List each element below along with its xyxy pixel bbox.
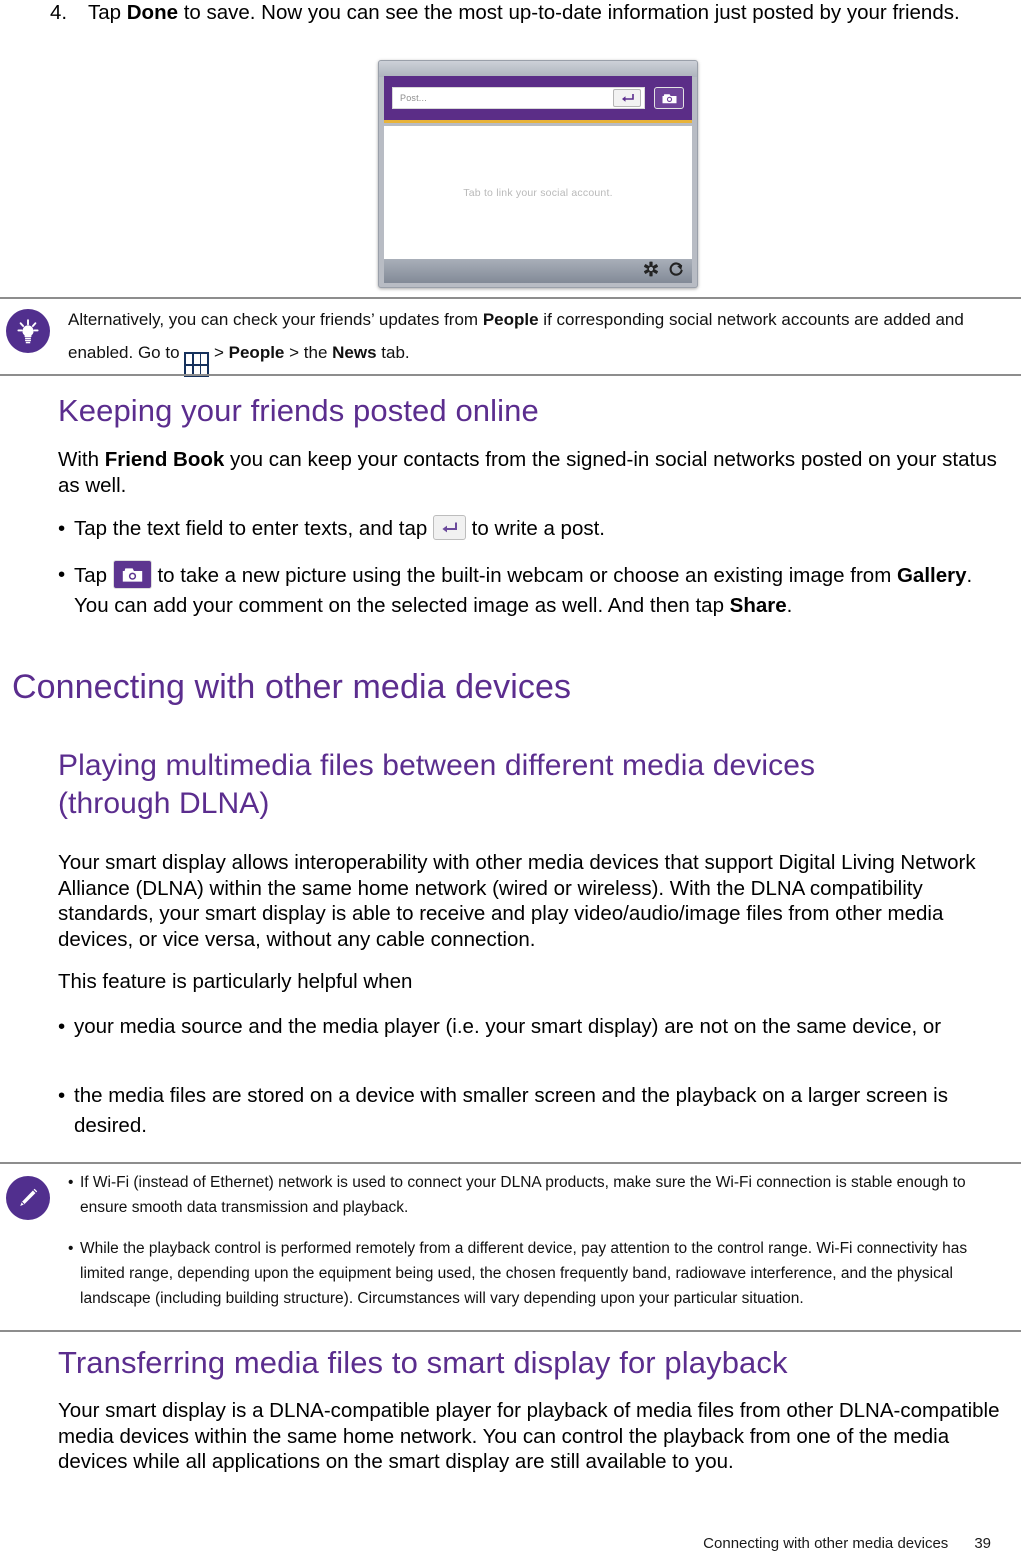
pencil-icon	[6, 1176, 50, 1220]
numbered-step: 4. Tap Done to save. Now you can see the…	[50, 0, 1010, 25]
bullet-dot: •	[58, 1084, 66, 1107]
camera-icon[interactable]	[654, 87, 684, 109]
note-bullet-wifi: • If Wi-Fi (instead of Ethernet) network…	[68, 1170, 1007, 1220]
tip-people-bold-2: People	[228, 343, 285, 362]
dlna-paragraph-1: Your smart display allows interoperabili…	[58, 851, 976, 951]
device-content-area: Tab to link your social account.	[384, 126, 692, 259]
bullet0-b: to write a post.	[465, 517, 605, 540]
note-bullet-text: If Wi-Fi (instead of Ethernet) network i…	[80, 1174, 966, 1216]
lightbulb-icon	[6, 309, 50, 353]
device-frame: Post... Tab to link your social account.	[378, 60, 698, 288]
page-footer: Connecting with other media devices 39	[0, 1535, 1021, 1552]
link-social-account-hint[interactable]: Tab to link your social account.	[463, 187, 612, 199]
post-bar: Post...	[384, 76, 692, 123]
bullet-media-files-stored: • the media files are stored on a device…	[58, 1081, 1016, 1141]
friend-book-screenshot-figure: Post... Tab to link your social account.	[378, 60, 698, 288]
tip-line2-d: > the	[284, 343, 333, 362]
tip-line2-f: tab.	[376, 343, 410, 362]
dlna-paragraph-2: This feature is particularly helpful whe…	[58, 970, 413, 993]
device-bottom-bar	[384, 259, 692, 283]
tip-icon-wrap	[0, 303, 68, 377]
transferring-paragraph: Your smart display is a DLNA-compatible …	[58, 1399, 1000, 1473]
tip-text: Alternatively, you can check your friend…	[68, 303, 1021, 378]
tip-callout: Alternatively, you can check your friend…	[0, 303, 1021, 378]
tip-rule-bottom	[0, 374, 1021, 376]
gear-icon[interactable]	[643, 261, 659, 282]
bullet1-a: Tap	[74, 564, 113, 587]
note-rule-bottom	[0, 1330, 1021, 1332]
tip-rule-top	[0, 297, 1021, 299]
footer-page-number: 39	[974, 1535, 991, 1552]
subheading-line-2: (through DLNA)	[58, 787, 270, 820]
footer-chapter: Connecting with other media devices	[703, 1535, 949, 1552]
note-text: • If Wi-Fi (instead of Ethernet) network…	[68, 1170, 1021, 1311]
subheading-line-1: Playing multimedia files between differe…	[58, 749, 816, 782]
gallery-bold: Gallery	[896, 564, 967, 587]
heading-playing-multimedia-dlna: Playing multimedia files between differe…	[58, 747, 958, 823]
keeping-intro-a: With	[58, 448, 105, 471]
heading-transferring-media-files: Transferring media files to smart displa…	[58, 1345, 788, 1380]
step-bold-done: Done	[126, 1, 178, 24]
bullet-dot: •	[68, 1240, 74, 1257]
note-icon-wrap	[0, 1170, 68, 1311]
enter-key-icon	[432, 515, 466, 540]
bullet-text: the media files are stored on a device w…	[74, 1084, 948, 1137]
bullet1-b: to take a new picture using the built-in…	[151, 564, 897, 587]
refresh-icon[interactable]	[668, 261, 684, 282]
bullet0-a: Tap the text field to enter texts, and t…	[74, 517, 433, 540]
bullet-text: Tap the text field to enter texts, and t…	[74, 514, 1010, 544]
camera-icon	[112, 560, 152, 589]
bullet-text: your media source and the media player (…	[74, 1015, 942, 1038]
heading-keeping-friends-posted: Keeping your friends posted online	[58, 393, 539, 428]
post-input[interactable]: Post...	[392, 87, 645, 109]
device-top-strip	[379, 61, 697, 77]
tip-line2-b: >	[209, 343, 229, 362]
bullet-tap-camera: • Tap to take a new picture using the bu…	[58, 560, 1010, 621]
friend-book-bold: Friend Book	[104, 448, 225, 471]
step-text: Tap Done to save. Now you can see the mo…	[88, 0, 1010, 25]
tip-news-bold: News	[332, 343, 377, 362]
bullet1-d: .	[786, 594, 793, 617]
manual-page: 4. Tap Done to save. Now you can see the…	[0, 0, 1021, 1564]
keeping-intro-paragraph: With Friend Book you can keep your conta…	[58, 447, 1010, 498]
note-rule-top	[0, 1162, 1021, 1164]
enter-key-icon[interactable]	[613, 89, 641, 107]
bullet-dot: •	[58, 517, 66, 540]
note-callout: • If Wi-Fi (instead of Ethernet) network…	[0, 1170, 1021, 1311]
bullet-tap-text-field: • Tap the text field to enter texts, and…	[58, 514, 1010, 544]
bullet-dot: •	[68, 1174, 74, 1191]
step-text-before: Tap	[88, 1, 127, 24]
bullet-dot: •	[58, 563, 66, 586]
post-placeholder: Post...	[400, 93, 427, 103]
tip-people-bold-1: People	[482, 310, 539, 329]
heading-connecting-media-devices: Connecting with other media devices	[12, 668, 572, 706]
step-number: 4.	[50, 1, 68, 24]
note-bullet-text: While the playback control is performed …	[80, 1240, 968, 1307]
bullet-text: Tap to take a new picture using the buil…	[74, 560, 1010, 621]
bullet-dot: •	[58, 1015, 66, 1038]
bullet-media-source: • your media source and the media player…	[58, 1012, 1016, 1042]
note-bullet-control-range: • While the playback control is performe…	[68, 1236, 1007, 1311]
step-text-after: to save. Now you can see the most up-to-…	[178, 1, 960, 24]
share-bold: Share	[729, 594, 787, 617]
tip-line1-c: if corresponding social network accounts…	[538, 310, 879, 329]
tip-line1-a: Alternatively, you can check your friend…	[68, 310, 483, 329]
